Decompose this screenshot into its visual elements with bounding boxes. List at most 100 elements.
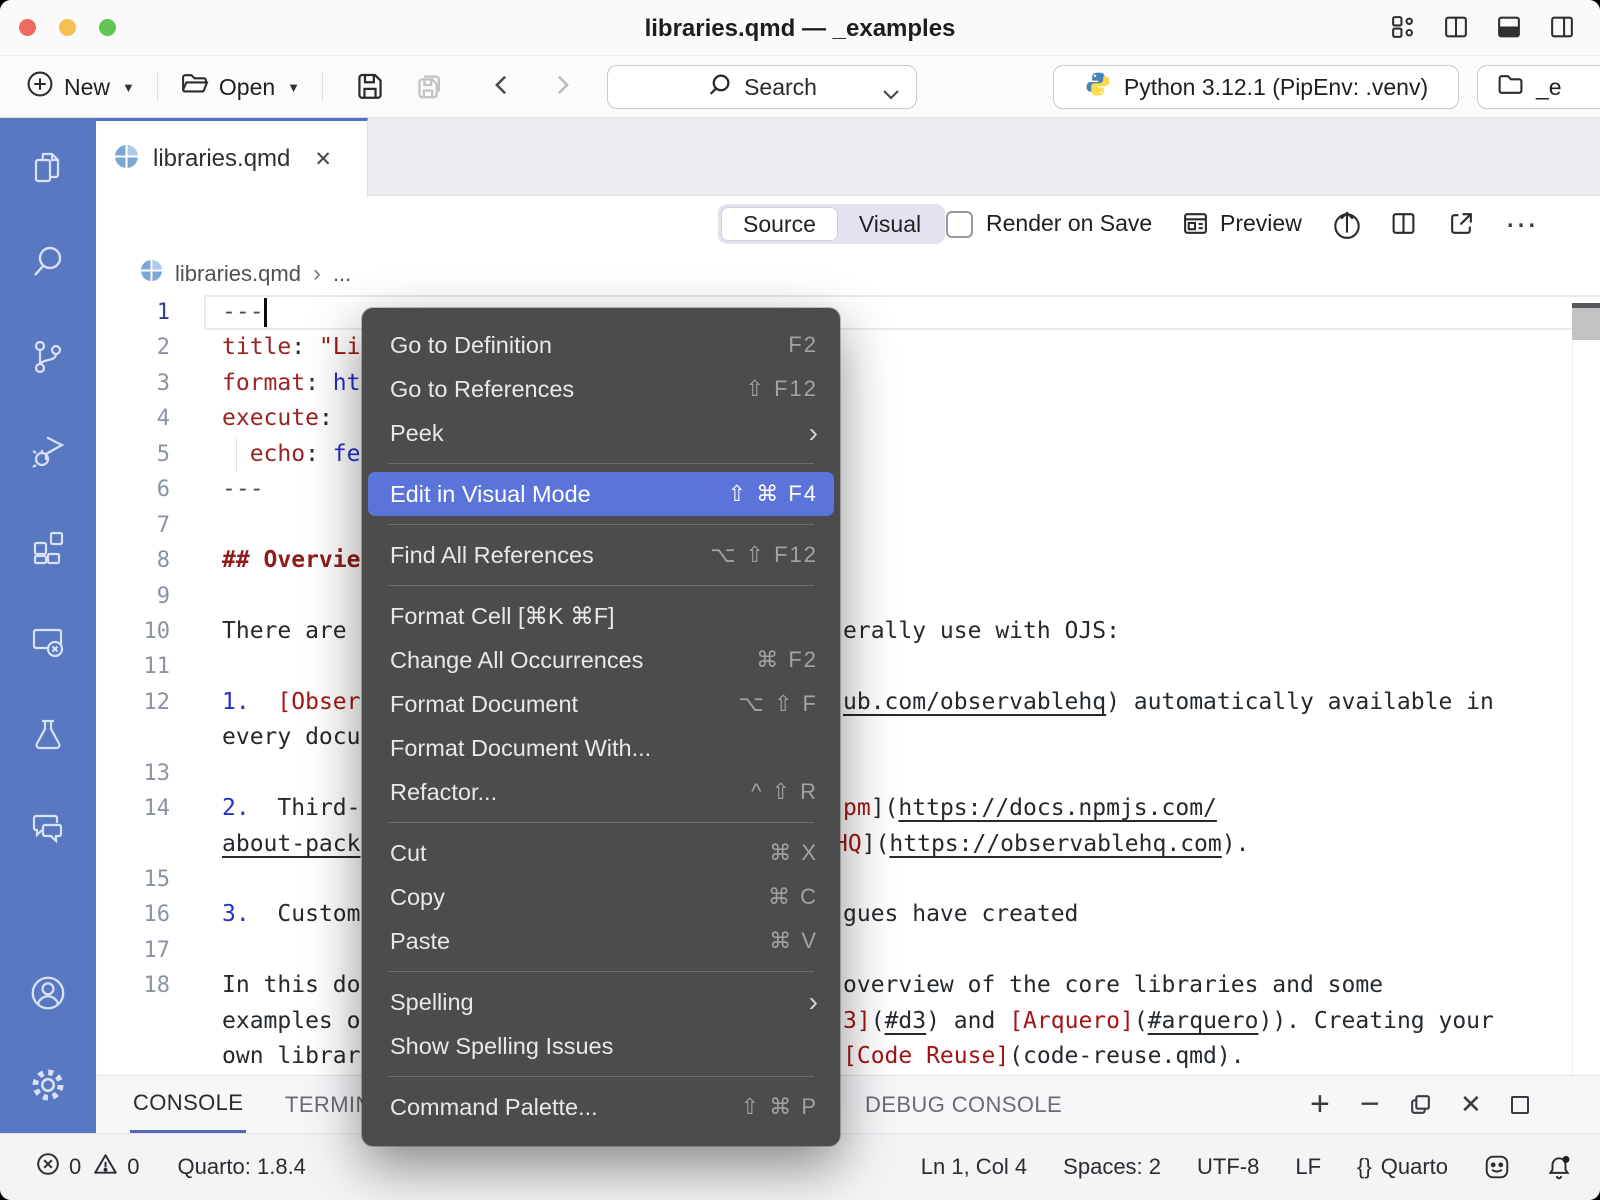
menu-item-peek[interactable]: Peek› xyxy=(362,411,840,455)
problems-errors[interactable]: 0 xyxy=(36,1152,81,1182)
code-line[interactable]: 13 xyxy=(96,756,1600,791)
code-line[interactable]: own librar[Code Reuse](code-reuse.qmd). xyxy=(96,1039,1600,1074)
customize-layout-icon[interactable] xyxy=(1389,13,1417,41)
run-debug-icon[interactable] xyxy=(28,431,68,471)
code-line[interactable]: 18In this dooverview of the core librari… xyxy=(96,968,1600,1003)
close-tab-icon[interactable]: ✕ xyxy=(314,147,332,172)
menu-item-change-all-occurrences[interactable]: Change All Occurrences⌘ F2 xyxy=(362,638,840,682)
code-text: ub.com/observablehq) automatically avail… xyxy=(843,685,1494,720)
preview-label[interactable]: Preview xyxy=(1220,210,1302,237)
quarto-version[interactable]: Quarto: 1.8.4 xyxy=(178,1154,306,1180)
feedback-smiley-icon[interactable] xyxy=(1484,1154,1510,1180)
code-line[interactable]: 6--- xyxy=(96,472,1600,507)
interpreter-selector[interactable]: Python 3.12.1 (PipEnv: .venv) xyxy=(1053,65,1459,109)
panel-tab-console[interactable]: CONSOLE xyxy=(130,1076,246,1133)
scrollbar-thumb[interactable] xyxy=(1572,308,1600,340)
code-line[interactable]: 142. Third-pm](https://docs.npmjs.com/ xyxy=(96,791,1600,826)
cursor-position[interactable]: Ln 1, Col 4 xyxy=(921,1154,1027,1180)
menu-item-paste[interactable]: Paste⌘ V xyxy=(362,919,840,963)
extensions-icon[interactable] xyxy=(28,526,68,566)
code-line[interactable]: 121. [Obserub.com/observablehq) automati… xyxy=(96,685,1600,720)
code-line[interactable]: 3format: ht xyxy=(96,366,1600,401)
preview-icon[interactable] xyxy=(1182,210,1209,242)
remote-explorer-icon[interactable] xyxy=(28,621,68,661)
render-on-save-checkbox[interactable] xyxy=(946,211,973,238)
save-all-icon[interactable] xyxy=(415,70,445,105)
split-editor-icon[interactable] xyxy=(1390,210,1417,242)
code-line[interactable]: 15 xyxy=(96,862,1600,897)
publish-icon[interactable] xyxy=(1332,207,1362,245)
code-line[interactable]: 8## Overvie xyxy=(96,543,1600,578)
minimize-panel-icon[interactable]: − xyxy=(1360,1076,1380,1133)
tab-libraries-qmd[interactable]: libraries.qmd ✕ xyxy=(96,118,368,197)
menu-item-cut[interactable]: Cut⌘ X xyxy=(362,831,840,875)
problems-warnings[interactable]: 0 xyxy=(93,1152,139,1182)
menu-item-spelling[interactable]: Spelling› xyxy=(362,980,840,1024)
menu-separator xyxy=(388,971,814,972)
code-line[interactable]: 4execute: xyxy=(96,401,1600,436)
project-button[interactable]: _e xyxy=(1477,65,1600,109)
code-line[interactable]: examples o3](#d3) and [Arquero](#arquero… xyxy=(96,1004,1600,1039)
menu-item-format-cell-k-f[interactable]: Format Cell [⌘K ⌘F] xyxy=(362,594,840,638)
menu-item-command-palette[interactable]: Command Palette...⇧ ⌘ P xyxy=(362,1085,840,1129)
panel-tab-debug-console[interactable]: DEBUG CONSOLE xyxy=(865,1076,1062,1133)
close-panel-icon[interactable]: ✕ xyxy=(1460,1076,1482,1133)
breadcrumb-more[interactable]: ... xyxy=(333,261,351,287)
account-icon[interactable] xyxy=(27,972,69,1014)
eol-sequence[interactable]: LF xyxy=(1295,1154,1321,1180)
split-editor-icon[interactable] xyxy=(1442,13,1470,41)
menu-item-format-document-with[interactable]: Format Document With... xyxy=(362,726,840,770)
activity-bar xyxy=(0,118,96,1133)
restore-panel-icon[interactable] xyxy=(1408,1076,1433,1133)
editor-action-bar: Source Visual Render on Save Preview … xyxy=(96,196,1600,252)
open-button[interactable]: Open ▼ xyxy=(180,70,300,104)
source-mode-button[interactable]: Source xyxy=(721,207,838,241)
indentation[interactable]: Spaces: 2 xyxy=(1063,1154,1161,1180)
search-icon[interactable] xyxy=(28,242,68,282)
chat-icon[interactable] xyxy=(28,807,68,847)
maximize-panel-icon[interactable] xyxy=(1508,1076,1532,1133)
code-line[interactable]: 1--- xyxy=(96,295,1600,330)
code-line[interactable]: 5 echo: fe xyxy=(96,437,1600,472)
new-console-icon[interactable]: + xyxy=(1310,1076,1330,1133)
language-mode[interactable]: {} Quarto xyxy=(1357,1154,1448,1180)
code-line[interactable]: every docu xyxy=(96,720,1600,755)
encoding[interactable]: UTF-8 xyxy=(1197,1154,1259,1180)
forward-arrow-icon[interactable] xyxy=(549,71,575,104)
code-line[interactable]: 7 xyxy=(96,508,1600,543)
menu-item-go-to-references[interactable]: Go to References⇧ F12 xyxy=(362,367,840,411)
save-icon[interactable] xyxy=(355,70,385,105)
code-line[interactable]: 17 xyxy=(96,933,1600,968)
breadcrumb-file[interactable]: libraries.qmd xyxy=(175,261,301,287)
menu-item-copy[interactable]: Copy⌘ C xyxy=(362,875,840,919)
more-actions-icon[interactable]: … xyxy=(1504,197,1539,236)
settings-gear-icon[interactable] xyxy=(27,1064,69,1106)
code-text: own librar xyxy=(222,1039,360,1074)
search-input[interactable]: Search xyxy=(607,65,917,109)
toggle-panel-icon[interactable] xyxy=(1495,13,1523,41)
new-button[interactable]: New ▼ xyxy=(26,70,135,104)
chevron-down-icon[interactable] xyxy=(880,81,902,108)
code-line[interactable]: about-packHQ](https://observablehq.com). xyxy=(96,827,1600,862)
testing-flask-icon[interactable] xyxy=(28,715,68,755)
explorer-icon[interactable] xyxy=(28,148,68,188)
open-in-new-window-icon[interactable] xyxy=(1448,210,1475,242)
menu-item-go-to-definition[interactable]: Go to DefinitionF2 xyxy=(362,323,840,367)
code-line[interactable]: 2title: "Li xyxy=(96,330,1600,365)
notification-bell-icon[interactable] xyxy=(1546,1154,1572,1181)
code-line[interactable]: 163. Customgues have created xyxy=(96,897,1600,932)
chevron-down-icon: ▼ xyxy=(287,80,300,95)
code-line[interactable]: 11 xyxy=(96,649,1600,684)
menu-item-edit-in-visual-mode[interactable]: Edit in Visual Mode⇧ ⌘ F4 xyxy=(368,472,834,516)
source-control-icon[interactable] xyxy=(28,337,68,377)
code-line[interactable]: 9 xyxy=(96,579,1600,614)
code-line[interactable]: 10There are erally use with OJS: xyxy=(96,614,1600,649)
visual-mode-button[interactable]: Visual xyxy=(838,207,942,241)
menu-item-refactor[interactable]: Refactor...^ ⇧ R xyxy=(362,770,840,814)
menu-item-format-document[interactable]: Format Document⌥ ⇧ F xyxy=(362,682,840,726)
toggle-secondary-sidebar-icon[interactable] xyxy=(1548,13,1576,41)
menu-item-find-all-references[interactable]: Find All References⌥ ⇧ F12 xyxy=(362,533,840,577)
menu-item-show-spelling-issues[interactable]: Show Spelling Issues xyxy=(362,1024,840,1068)
code-editor[interactable]: 1---2title: "Li3format: ht4execute:5 ech… xyxy=(96,295,1600,1075)
back-arrow-icon[interactable] xyxy=(489,71,515,104)
